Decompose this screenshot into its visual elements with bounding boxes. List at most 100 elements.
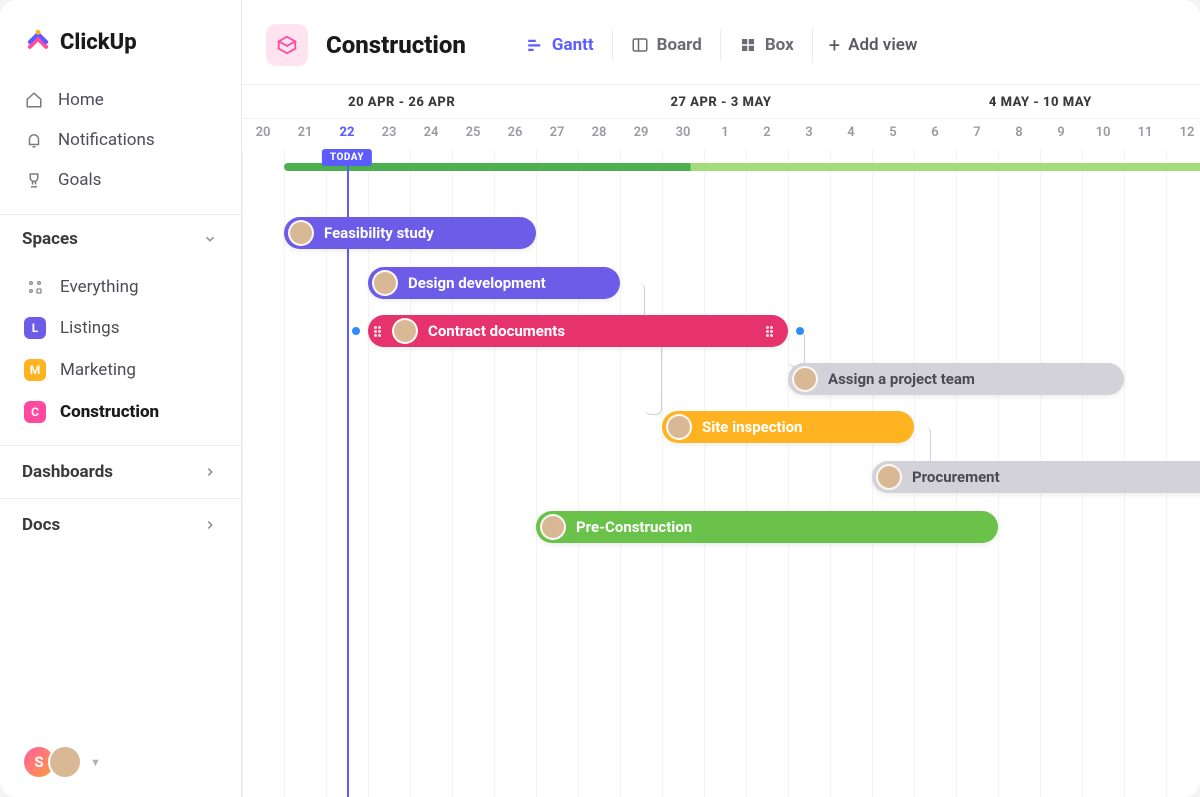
nav-notifications[interactable]: Notifications <box>12 120 229 160</box>
task-label: Pre-Construction <box>576 518 692 536</box>
gantt-chart: 20 APR - 26 APR27 APR - 3 MAY4 MAY - 10 … <box>242 84 1200 797</box>
page-title: Construction <box>326 31 466 59</box>
assignee-avatar <box>792 366 818 392</box>
task-bar[interactable]: Design development <box>368 267 620 299</box>
board-icon <box>631 36 649 54</box>
space-item-listings[interactable]: L Listings <box>12 307 229 349</box>
sidebar: ClickUp Home Notifications Goals <box>0 0 242 797</box>
page-icon <box>266 24 308 66</box>
day-header-cell: 25 <box>452 119 494 149</box>
nav-notifications-label: Notifications <box>58 130 155 150</box>
day-header-cell: 12 <box>1166 119 1200 149</box>
tab-box-label: Box <box>765 35 794 55</box>
space-item-label: Listings <box>60 318 119 338</box>
day-header-cell: 2 <box>746 119 788 149</box>
space-everything[interactable]: Everything <box>12 267 229 307</box>
grid-icon <box>24 279 46 295</box>
tab-gantt[interactable]: Gantt <box>508 29 612 61</box>
add-view-label: Add view <box>848 35 917 55</box>
day-header-row: 2021222324252627282930123456789101112 <box>242 119 1200 149</box>
section-docs[interactable]: Docs <box>0 498 241 551</box>
day-header-cell: 5 <box>872 119 914 149</box>
gantt-body[interactable]: TODAYFeasibility studyDesign development… <box>242 149 1200 797</box>
gantt-icon <box>526 36 544 54</box>
plus-icon: + <box>829 33 840 57</box>
day-header-cell: 23 <box>368 119 410 149</box>
space-item-label: Construction <box>60 402 159 422</box>
task-bar[interactable]: Site inspection <box>662 411 914 443</box>
day-header-cell: 29 <box>620 119 662 149</box>
day-header-cell: 21 <box>284 119 326 149</box>
day-header-cell: 1 <box>704 119 746 149</box>
spaces-header[interactable]: Spaces <box>0 214 241 263</box>
section-dashboards[interactable]: Dashboards <box>0 445 241 498</box>
space-everything-label: Everything <box>60 277 139 297</box>
day-header-cell: 28 <box>578 119 620 149</box>
space-item-construction[interactable]: C Construction <box>12 391 229 433</box>
day-header-cell: 7 <box>956 119 998 149</box>
section-docs-label: Docs <box>22 515 60 535</box>
space-badge: L <box>24 317 46 339</box>
milestone-dot <box>352 327 360 335</box>
tab-board-label: Board <box>657 35 702 55</box>
day-header-cell: 3 <box>788 119 830 149</box>
main: Construction Gantt Board <box>242 0 1200 797</box>
assignee-avatar <box>372 270 398 296</box>
assignee-avatar <box>540 514 566 540</box>
section-dashboards-label: Dashboards <box>22 462 113 482</box>
task-label: Feasibility study <box>324 224 434 242</box>
week-header-cell: 27 APR - 3 MAY <box>561 85 880 118</box>
nav-home-label: Home <box>58 90 104 110</box>
progress-bar <box>284 163 1200 171</box>
sidebar-footer: S ▼ <box>0 727 241 797</box>
day-header-cell: 8 <box>998 119 1040 149</box>
space-item-label: Marketing <box>60 360 136 380</box>
add-view-button[interactable]: + Add view <box>812 27 934 63</box>
logo[interactable]: ClickUp <box>0 0 241 74</box>
nav-home[interactable]: Home <box>12 80 229 120</box>
logo-icon <box>24 28 52 56</box>
space-item-marketing[interactable]: M Marketing <box>12 349 229 391</box>
bell-icon <box>24 130 44 150</box>
trophy-icon <box>24 170 44 190</box>
space-badge: C <box>24 401 46 423</box>
task-bar[interactable]: Assign a project team <box>788 363 1124 395</box>
tab-board[interactable]: Board <box>612 29 720 61</box>
day-header-cell: 22 <box>326 119 368 149</box>
task-label: Contract documents <box>428 322 565 340</box>
task-label: Design development <box>408 274 546 292</box>
user-avatar-stack[interactable]: S <box>22 745 82 779</box>
assignee-avatar <box>876 464 902 490</box>
chevron-down-icon <box>203 231 219 247</box>
task-bar[interactable]: Pre-Construction <box>536 511 998 543</box>
task-bar[interactable]: Feasibility study <box>284 217 536 249</box>
assignee-avatar <box>666 414 692 440</box>
milestone-dot <box>796 327 804 335</box>
view-tabs: Gantt Board Box + Add view <box>508 27 934 63</box>
day-header-cell: 27 <box>536 119 578 149</box>
caret-down-icon[interactable]: ▼ <box>90 756 101 769</box>
day-header-cell: 30 <box>662 119 704 149</box>
day-header-cell: 26 <box>494 119 536 149</box>
week-header-cell: 20 APR - 26 APR <box>242 85 561 118</box>
task-bar[interactable]: Procurement <box>872 461 1200 493</box>
day-header-cell: 24 <box>410 119 452 149</box>
task-label: Site inspection <box>702 418 802 436</box>
week-header-row: 20 APR - 26 APR27 APR - 3 MAY4 MAY - 10 … <box>242 85 1200 119</box>
drag-handle-icon[interactable] <box>372 322 382 340</box>
home-icon <box>24 90 44 110</box>
task-label: Procurement <box>912 468 1000 486</box>
day-header-cell: 4 <box>830 119 872 149</box>
box-icon <box>739 36 757 54</box>
tab-box[interactable]: Box <box>720 29 812 61</box>
task-bar[interactable]: Contract documents <box>368 315 788 347</box>
day-header-cell: 6 <box>914 119 956 149</box>
nav-goals[interactable]: Goals <box>12 160 229 200</box>
week-header-cell: 4 MAY - 10 MAY <box>881 85 1200 118</box>
day-header-cell: 10 <box>1082 119 1124 149</box>
drag-handle-icon[interactable] <box>764 322 774 340</box>
spaces-header-label: Spaces <box>22 229 78 249</box>
day-header-cell: 9 <box>1040 119 1082 149</box>
day-header-cell: 11 <box>1124 119 1166 149</box>
chevron-right-icon <box>203 517 219 533</box>
